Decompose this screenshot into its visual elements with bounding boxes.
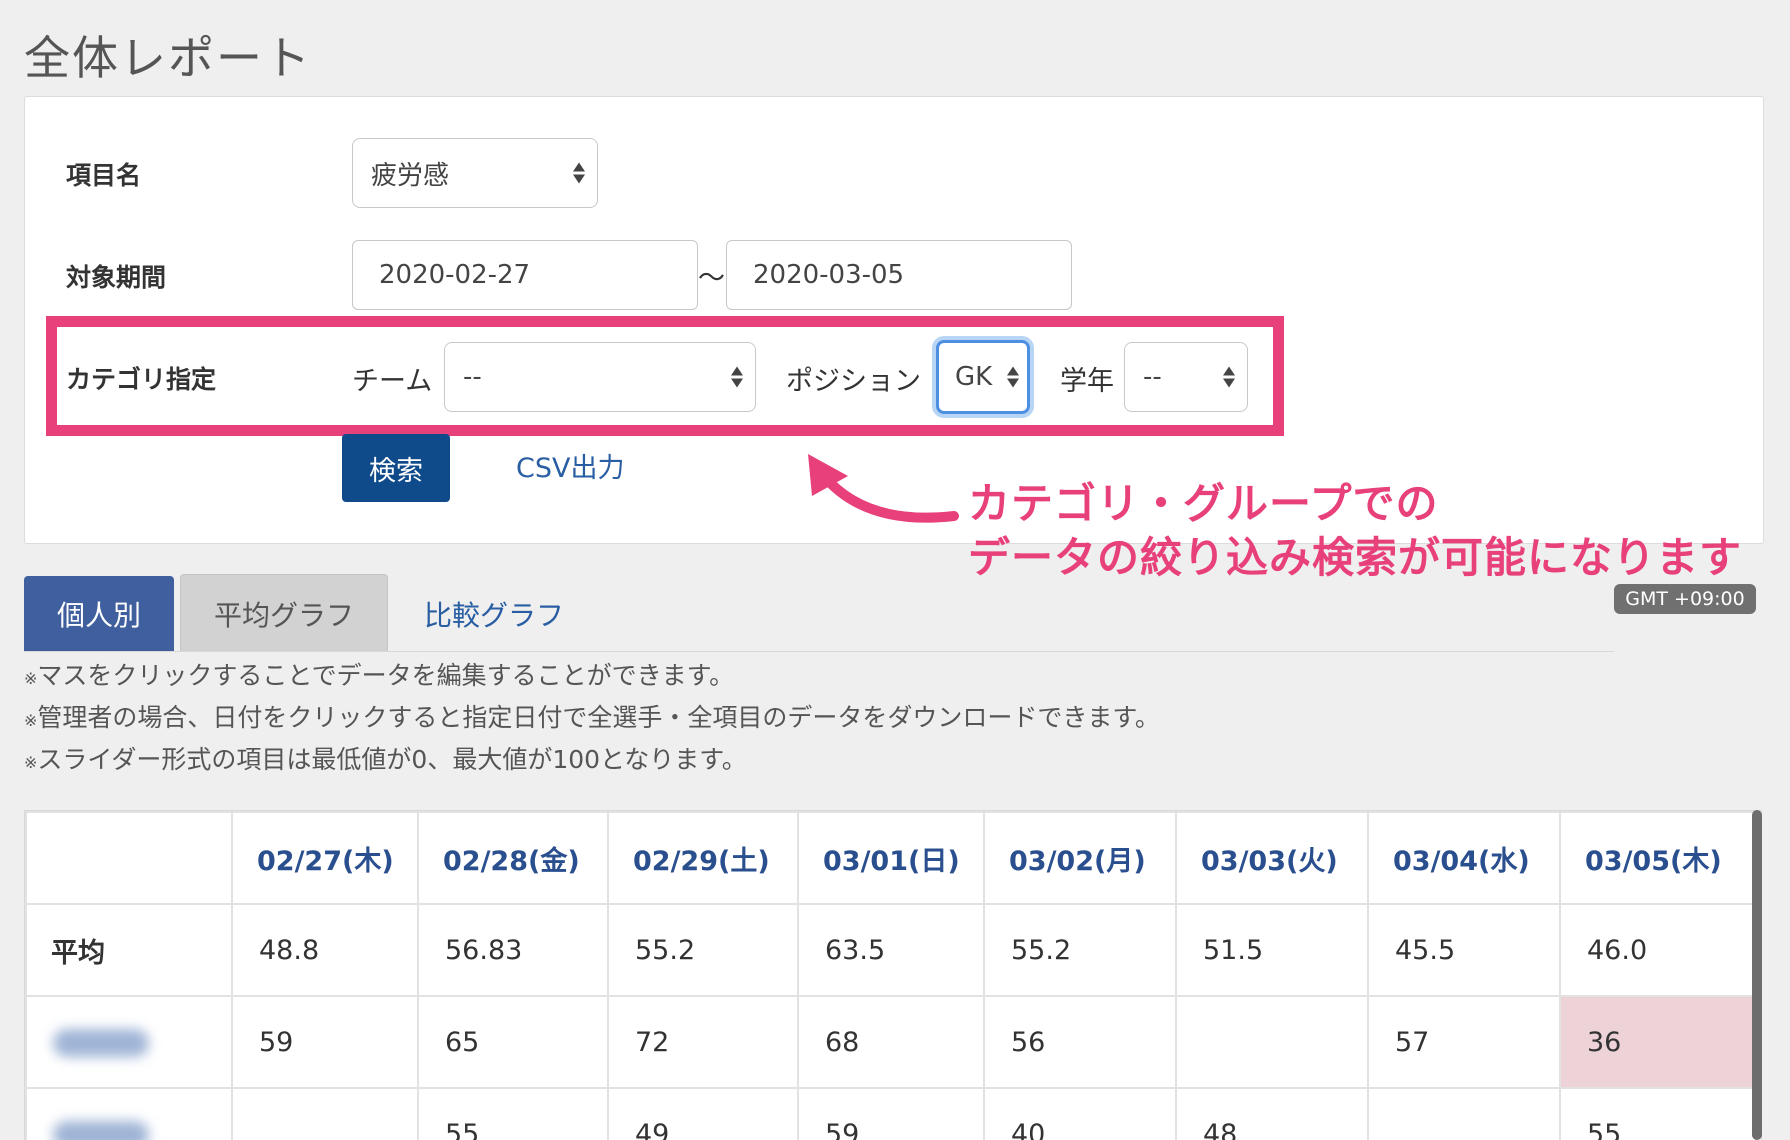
grade-value: --	[1143, 362, 1162, 392]
item-name-value: 疲労感	[371, 160, 450, 191]
data-cell[interactable]: 57	[1367, 995, 1561, 1089]
date-header[interactable]: 02/27(木)	[231, 811, 419, 905]
average-cell: 55.2	[983, 903, 1177, 997]
note-mark: ※	[24, 753, 38, 772]
data-cell[interactable]	[1367, 1087, 1561, 1140]
data-cell[interactable]: 59	[231, 995, 419, 1089]
blurred-name-shape	[53, 1121, 149, 1140]
select-arrows-icon	[1223, 366, 1235, 388]
date-header[interactable]: 02/29(土)	[607, 811, 799, 905]
search-button[interactable]: 検索	[342, 434, 450, 502]
date-header[interactable]: 03/03(火)	[1175, 811, 1369, 905]
select-arrows-icon	[731, 366, 743, 388]
average-cell: 55.2	[607, 903, 799, 997]
note-mark: ※	[24, 711, 38, 730]
date-header[interactable]: 03/04(水)	[1367, 811, 1561, 905]
data-cell[interactable]: 72	[607, 995, 799, 1089]
category-label: カテゴリ指定	[66, 365, 217, 394]
team-value: --	[463, 362, 482, 392]
data-cell[interactable]: 55	[417, 1087, 609, 1140]
annotation-arrow-icon	[808, 454, 959, 523]
note-slider-range: ※スライダー形式の項目は最低値が0、最大値が100となります。	[24, 740, 747, 776]
player-name-blurred[interactable]	[25, 995, 233, 1089]
average-cell: 63.5	[797, 903, 985, 997]
average-label: 平均	[25, 903, 233, 997]
period-end-input[interactable]: 2020-03-05	[726, 240, 1072, 310]
data-cell[interactable]: 56	[983, 995, 1177, 1089]
tab-divider	[24, 651, 1614, 652]
average-cell: 51.5	[1175, 903, 1369, 997]
position-select[interactable]: GK	[936, 340, 1030, 414]
page-title: 全体レポート	[24, 31, 312, 85]
note-mark: ※	[24, 669, 38, 688]
tab-comparison-graph[interactable]: 比較グラフ	[424, 576, 564, 652]
date-header[interactable]: 03/02(月)	[983, 811, 1177, 905]
average-cell: 48.8	[231, 903, 419, 997]
date-header[interactable]: 02/28(金)	[417, 811, 609, 905]
note-text: マスをクリックすることでデータを編集することができます。	[37, 661, 735, 690]
select-arrows-icon	[573, 162, 585, 184]
table-scrollbar[interactable]	[1752, 810, 1762, 1140]
data-cell-alert[interactable]: 36	[1559, 995, 1757, 1089]
team-select[interactable]: --	[444, 342, 756, 412]
average-row: 平均 48.8 56.83 55.2 63.5 55.2 51.5 45.5 4…	[25, 903, 1757, 997]
table-header-row: 02/27(木) 02/28(金) 02/29(土) 03/01(日) 03/0…	[25, 811, 1757, 905]
item-name-select[interactable]: 疲労感	[352, 138, 598, 208]
player-name-blurred[interactable]	[25, 1087, 233, 1140]
item-name-label: 項目名	[66, 161, 142, 190]
data-cell[interactable]: 48	[1175, 1087, 1369, 1140]
table-row: 59 65 72 68 56 57 36	[25, 995, 1757, 1089]
grade-label: 学年	[1060, 366, 1114, 397]
date-header[interactable]: 03/01(日)	[797, 811, 985, 905]
blurred-name-shape	[53, 1029, 149, 1057]
note-text: スライダー形式の項目は最低値が0、最大値が100となります。	[37, 745, 747, 774]
position-value: GK	[955, 362, 993, 392]
tab-average-graph[interactable]: 平均グラフ	[180, 574, 388, 652]
tab-individual[interactable]: 個人別	[24, 576, 174, 652]
data-cell[interactable]	[231, 1087, 419, 1140]
report-table: 02/27(木) 02/28(金) 02/29(土) 03/01(日) 03/0…	[25, 811, 1757, 1140]
note-admin-download: ※管理者の場合、日付をクリックすると指定日付で全選手・全項目のデータをダウンロー…	[24, 698, 1160, 734]
data-cell[interactable]: 59	[797, 1087, 985, 1140]
header-corner	[25, 811, 233, 905]
average-cell: 56.83	[417, 903, 609, 997]
data-cell[interactable]: 68	[797, 995, 985, 1089]
data-cell[interactable]: 65	[417, 995, 609, 1089]
annotation-line-2: データの絞り込み検索が可能になります	[968, 533, 1743, 582]
data-cell[interactable]	[1175, 995, 1369, 1089]
select-arrows-icon	[1007, 366, 1019, 388]
team-label: チーム	[352, 366, 433, 397]
average-cell: 45.5	[1367, 903, 1561, 997]
date-header[interactable]: 03/05(木)	[1559, 811, 1757, 905]
grade-select[interactable]: --	[1124, 342, 1248, 412]
period-separator: 〜	[698, 263, 725, 294]
table-row: 55 49 59 40 48 55	[25, 1087, 1757, 1140]
note-text: 管理者の場合、日付をクリックすると指定日付で全選手・全項目のデータをダウンロード…	[37, 703, 1160, 732]
period-label: 対象期間	[66, 263, 167, 292]
annotation-line-1: カテゴリ・グループでの	[968, 479, 1439, 528]
csv-export-link[interactable]: CSV出力	[516, 446, 624, 485]
data-cell[interactable]: 55	[1559, 1087, 1757, 1140]
position-label: ポジション	[786, 366, 921, 397]
data-cell[interactable]: 40	[983, 1087, 1177, 1140]
note-edit-cells: ※マスをクリックすることでデータを編集することができます。	[24, 656, 734, 692]
average-cell: 46.0	[1559, 903, 1757, 997]
data-cell[interactable]: 49	[607, 1087, 799, 1140]
timezone-badge: GMT +09:00	[1614, 584, 1756, 614]
period-start-input[interactable]: 2020-02-27	[352, 240, 698, 310]
report-table-container: 02/27(木) 02/28(金) 02/29(土) 03/01(日) 03/0…	[24, 810, 1762, 1140]
